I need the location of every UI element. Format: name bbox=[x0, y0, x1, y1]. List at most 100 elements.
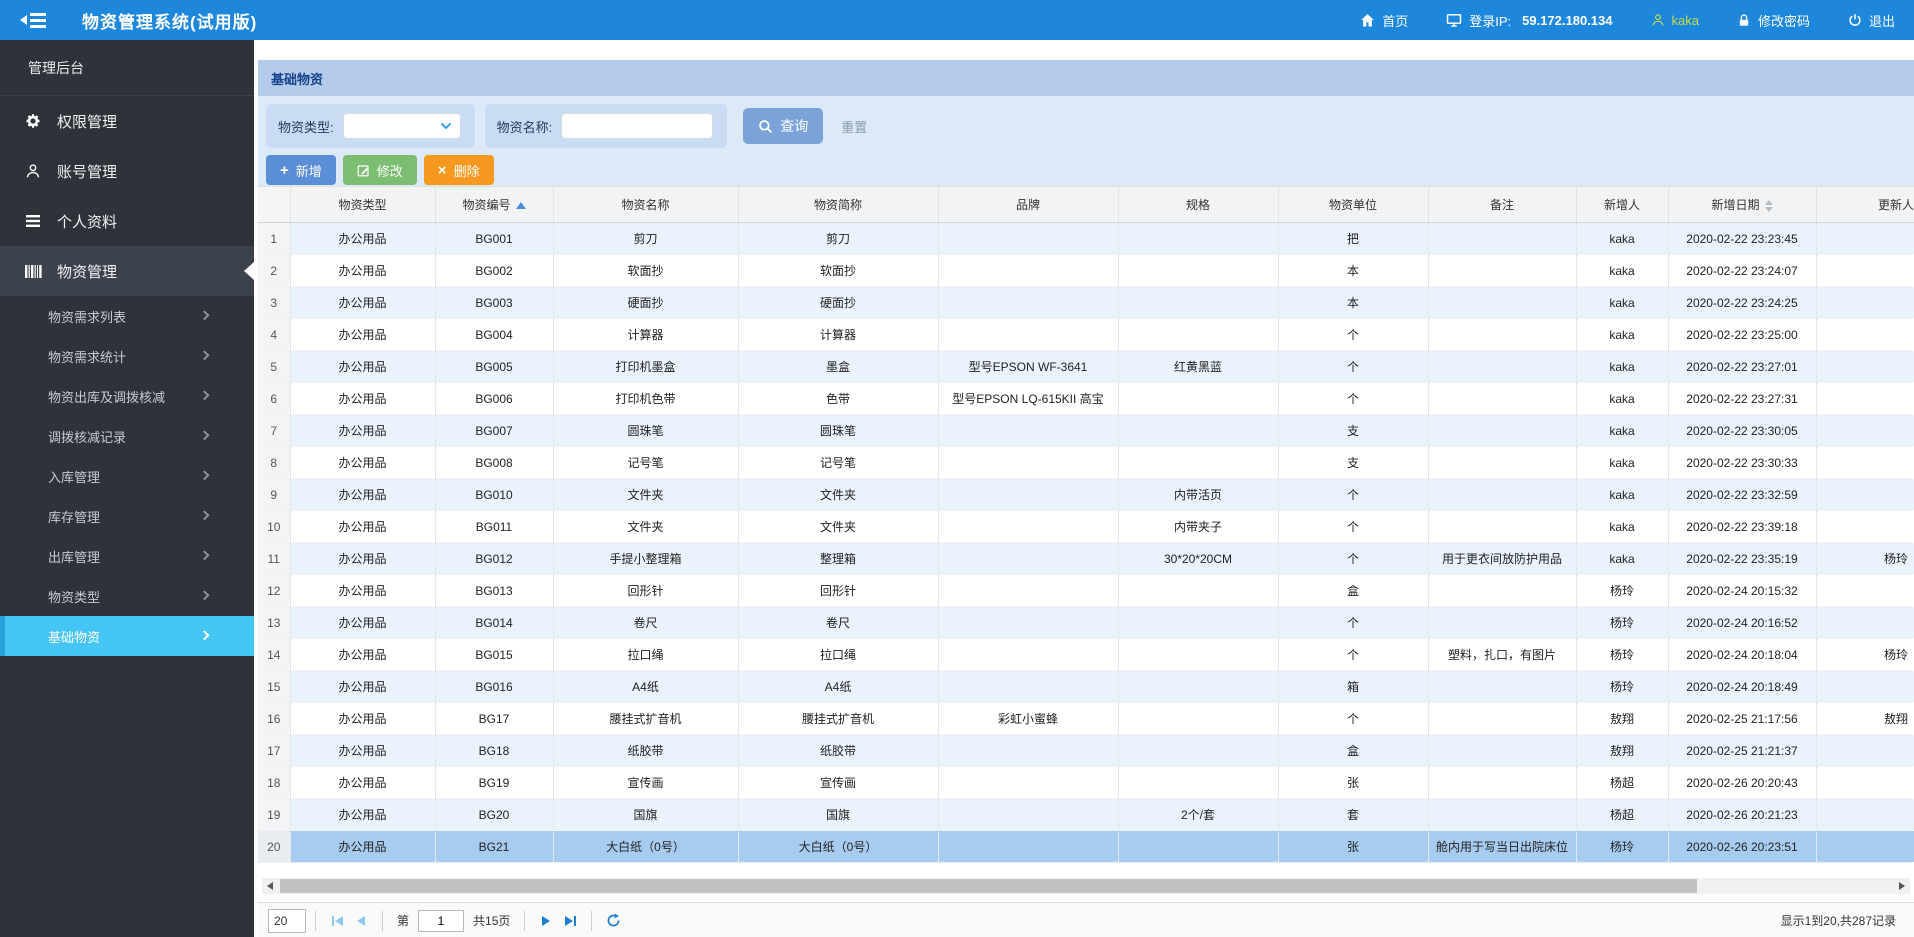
last-page-button[interactable] bbox=[558, 909, 582, 933]
table-cell bbox=[938, 830, 1119, 863]
column-header[interactable]: 物资名称 bbox=[553, 186, 739, 223]
table-cell: 2020-02-26 20:23:51 bbox=[1668, 830, 1817, 863]
table-row[interactable]: 8 办公用品 BG008 记号笔 记号笔支 kaka 2020-02-22 23:30:33 bbox=[258, 446, 1914, 479]
search-button[interactable]: 查询 bbox=[743, 108, 824, 144]
table-row[interactable]: 17 办公用品 BG18 纸胶带 纸胶带盒敖翔 2020-02-25 21:21:37 bbox=[258, 734, 1914, 767]
table-row[interactable]: 9 办公用品 BG010 文件夹 文件夹 内带活页个 kaka 2020-02-22 23:3… bbox=[258, 478, 1914, 511]
first-page-button[interactable] bbox=[325, 909, 349, 933]
sidebar-item-materials[interactable]: 物资管理 bbox=[0, 246, 254, 296]
refresh-icon bbox=[607, 913, 620, 927]
sidebar-item-profile[interactable]: 个人资料 bbox=[0, 196, 254, 246]
nav-home[interactable]: 首页 bbox=[1341, 0, 1427, 40]
table-row[interactable]: 6 办公用品 BG006 打印机色带 色带 型号EPSON LQ-615KII 高宝 个 ka… bbox=[258, 382, 1914, 415]
table-cell: kaka bbox=[1576, 350, 1669, 383]
sidebar-item-accounts[interactable]: 账号管理 bbox=[0, 146, 254, 196]
row-number-header bbox=[258, 186, 291, 223]
table-cell: kaka bbox=[1576, 510, 1669, 543]
sidebar-subitem[interactable]: 出库管理 bbox=[0, 536, 254, 576]
table-row[interactable]: 4 办公用品 BG004 计算器 计算器个 kaka 2020-02-22 23:25:00 bbox=[258, 318, 1914, 351]
table-cell bbox=[1428, 446, 1577, 479]
table-cell: 个 bbox=[1278, 638, 1429, 671]
table-cell: BG001 bbox=[435, 222, 554, 255]
horizontal-scrollbar[interactable] bbox=[262, 878, 1910, 894]
table-row[interactable]: 3 办公用品 BG003 硬面抄 硬面抄本 kaka 2020-02-22 23:24:25 bbox=[258, 286, 1914, 319]
scroll-right-arrow-icon[interactable] bbox=[1894, 878, 1910, 894]
scroll-left-arrow-icon[interactable] bbox=[262, 878, 278, 894]
column-header[interactable]: 新增日期 bbox=[1668, 186, 1817, 223]
scrollbar-thumb[interactable] bbox=[280, 879, 1698, 893]
column-header[interactable]: 更新人 bbox=[1816, 186, 1914, 223]
sidebar-subitem[interactable]: 基础物资 bbox=[0, 616, 254, 656]
table-cell bbox=[1816, 830, 1914, 863]
sidebar-subitem[interactable]: 调拨核减记录 bbox=[0, 416, 254, 456]
sidebar-subitem[interactable]: 入库管理 bbox=[0, 456, 254, 496]
add-button[interactable]: + 新增 bbox=[266, 155, 336, 185]
table-row[interactable]: 14 办公用品 BG015 拉口绳 拉口绳个塑料，扎口，有图片 杨玲 2020-02-24 … bbox=[258, 638, 1914, 671]
sidebar-subitem[interactable]: 物资出库及调拨核减 bbox=[0, 376, 254, 416]
table-cell bbox=[1428, 414, 1577, 447]
table-row[interactable]: 2 办公用品 BG002 软面抄 软面抄本 kaka 2020-02-22 23:24:07 bbox=[258, 254, 1914, 287]
refresh-button[interactable] bbox=[601, 909, 625, 933]
sidebar-toggle-icon[interactable] bbox=[20, 12, 46, 28]
column-header[interactable]: 物资简称 bbox=[738, 186, 939, 223]
table-row[interactable]: 16 办公用品 BG17 腰挂式扩音机 腰挂式扩音机 彩虹小蜜蜂个敖翔 2020-02-25… bbox=[258, 702, 1914, 735]
table-cell: 敖翔 bbox=[1576, 734, 1669, 767]
table-cell: 软面抄 bbox=[553, 254, 739, 287]
table-row[interactable]: 10 办公用品 BG011 文件夹 文件夹 内带夹子个 kaka 2020-02-22 23:… bbox=[258, 510, 1914, 543]
nav-change-password[interactable]: 修改密码 bbox=[1718, 0, 1829, 40]
sidebar-item-permissions[interactable]: 权限管理 bbox=[0, 96, 254, 146]
column-header[interactable]: 物资编号 bbox=[435, 186, 554, 223]
table-row[interactable]: 20 办公用品 BG21 大白纸（0号） 大白纸（0号）张舱内用于写当日出院床位 杨玲 20… bbox=[258, 830, 1914, 863]
menu-lines-icon bbox=[24, 214, 42, 228]
table-row[interactable]: 18 办公用品 BG19 宣传画 宣传画张杨超 2020-02-26 20:20:43 bbox=[258, 766, 1914, 799]
page-size-select[interactable]: 20 bbox=[268, 908, 306, 933]
table-cell: 文件夹 bbox=[738, 510, 939, 543]
table-cell bbox=[938, 542, 1119, 575]
table-row[interactable]: 7 办公用品 BG007 圆珠笔 圆珠笔支 kaka 2020-02-22 23:30:05 bbox=[258, 414, 1914, 447]
reset-link[interactable]: 重置 bbox=[841, 117, 867, 136]
nav-login-ip[interactable]: 登录IP: 59.172.180.134 bbox=[1427, 0, 1631, 40]
column-header[interactable]: 新增人 bbox=[1576, 186, 1669, 223]
sidebar-subitem[interactable]: 物资需求列表 bbox=[0, 296, 254, 336]
table-cell: 手提小整理箱 bbox=[553, 542, 739, 575]
column-header[interactable]: 物资单位 bbox=[1278, 186, 1429, 223]
edit-button[interactable]: 修改 bbox=[342, 155, 417, 185]
table-row[interactable]: 15 办公用品 BG016 A4纸 A4纸箱杨玲 2020-02-24 20:18:49 bbox=[258, 670, 1914, 703]
table-cell: 个 bbox=[1278, 350, 1429, 383]
column-header[interactable]: 备注 bbox=[1428, 186, 1577, 223]
material-name-input[interactable] bbox=[561, 113, 714, 139]
row-number-cell: 3 bbox=[258, 286, 291, 319]
current-page-input[interactable] bbox=[418, 909, 465, 932]
next-page-button[interactable] bbox=[534, 909, 558, 933]
delete-button[interactable]: × 删除 bbox=[423, 155, 494, 185]
table-row[interactable]: 19 办公用品 BG20 国旗 国旗 2个/套套杨超 2020-02-26 20:21:23 bbox=[258, 798, 1914, 831]
sidebar-subitem[interactable]: 库存管理 bbox=[0, 496, 254, 536]
column-header[interactable]: 物资类型 bbox=[290, 186, 436, 223]
table-cell: 腰挂式扩音机 bbox=[738, 702, 939, 735]
material-type-select[interactable] bbox=[342, 113, 461, 139]
table-row[interactable]: 11 办公用品 BG012 手提小整理箱 整理箱 30*20*20CM 个用于更衣间放防护用… bbox=[258, 542, 1914, 575]
pagination-bar: 20 第 共15页 显示1到20,共287记录 bbox=[258, 902, 1914, 937]
table-row[interactable]: 5 办公用品 BG005 打印机墨盒 墨盒 型号EPSON WF-3641 红黄黑蓝个 kak… bbox=[258, 350, 1914, 383]
sidebar-submenu: 物资需求列表 物资需求统计 物资出库及调拨核减 调拨核减记录 入库管理 库存管理 出库管理物… bbox=[0, 296, 254, 656]
table-cell: 2020-02-25 21:21:37 bbox=[1668, 734, 1817, 767]
sidebar-subitem[interactable]: 物资需求统计 bbox=[0, 336, 254, 376]
column-header[interactable]: 规格 bbox=[1118, 186, 1279, 223]
page-prefix-label: 第 bbox=[397, 914, 410, 928]
table-row[interactable]: 1 办公用品 BG001 剪刀 剪刀把 kaka 2020-02-22 23:23:45 bbox=[258, 222, 1914, 255]
sidebar-subitem[interactable]: 物资类型 bbox=[0, 576, 254, 616]
column-header[interactable]: 品牌 bbox=[938, 186, 1119, 223]
table-cell: 把 bbox=[1278, 222, 1429, 255]
prev-page-button[interactable] bbox=[349, 909, 373, 933]
divider bbox=[315, 910, 316, 931]
table-cell bbox=[1428, 574, 1577, 607]
table-header-row: 物资类型 物资编号 物资名称 物资简称 品牌 规格 物资单位 备注 新增人 新增日期 更新人 bbox=[258, 186, 1914, 223]
nav-user[interactable]: kaka bbox=[1632, 0, 1718, 40]
nav-logout[interactable]: 退出 bbox=[1829, 0, 1914, 40]
table-cell: 杨超 bbox=[1576, 766, 1669, 799]
row-number-cell: 4 bbox=[258, 318, 291, 351]
table-cell: 办公用品 bbox=[290, 382, 436, 415]
table-cell: kaka bbox=[1576, 286, 1669, 319]
table-row[interactable]: 12 办公用品 BG013 回形针 回形针盒杨玲 2020-02-24 20:15:32 bbox=[258, 574, 1914, 607]
table-row[interactable]: 13 办公用品 BG014 卷尺 卷尺个杨玲 2020-02-24 20:16:52 bbox=[258, 606, 1914, 639]
